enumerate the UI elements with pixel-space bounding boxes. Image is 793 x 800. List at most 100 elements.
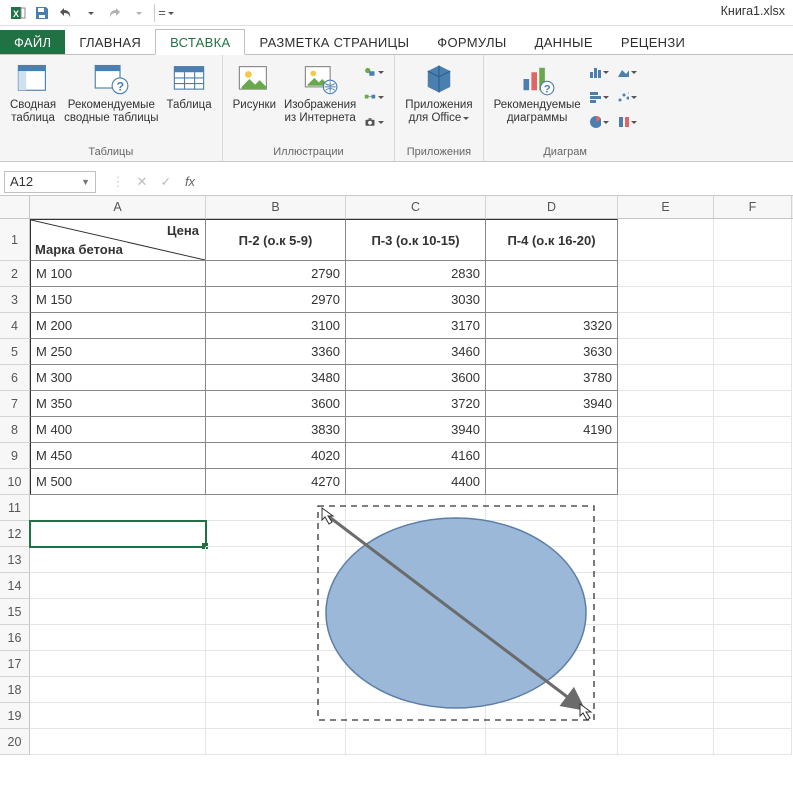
cell-A17[interactable] — [30, 651, 206, 677]
cell-F5[interactable] — [714, 339, 792, 365]
tab-home[interactable]: ГЛАВНАЯ — [65, 30, 155, 54]
shapes-button[interactable] — [363, 61, 385, 83]
cell-E12[interactable] — [618, 521, 714, 547]
cell-D4[interactable]: 3320 — [486, 313, 618, 339]
chart-hbar-button[interactable] — [588, 86, 610, 108]
row-header-3[interactable]: 3 — [0, 287, 30, 313]
cell-F3[interactable] — [714, 287, 792, 313]
cell-D9[interactable] — [486, 443, 618, 469]
recommended-pivot-button[interactable]: ? Рекомендуемые сводные таблицы — [60, 59, 162, 125]
cell-B1[interactable]: П-2 (о.к 5-9) — [206, 219, 346, 261]
cell-F2[interactable] — [714, 261, 792, 287]
cell-B6[interactable]: 3480 — [206, 365, 346, 391]
cancel-button[interactable]: ✕ — [130, 171, 154, 193]
tab-formulas[interactable]: ФОРМУЛЫ — [423, 30, 520, 54]
col-header-A[interactable]: A — [30, 196, 206, 218]
row-header-8[interactable]: 8 — [0, 417, 30, 443]
cell-D8[interactable]: 4190 — [486, 417, 618, 443]
cell-F14[interactable] — [714, 573, 792, 599]
cell-D10[interactable] — [486, 469, 618, 495]
row-header-12[interactable]: 12 — [0, 521, 30, 547]
cell-B5[interactable]: 3360 — [206, 339, 346, 365]
cell-F20[interactable] — [714, 729, 792, 755]
row-header-13[interactable]: 13 — [0, 547, 30, 573]
cell-D6[interactable]: 3780 — [486, 365, 618, 391]
tab-pagelayout[interactable]: РАЗМЕТКА СТРАНИЦЫ — [245, 30, 423, 54]
row-header-20[interactable]: 20 — [0, 729, 30, 755]
row-header-10[interactable]: 10 — [0, 469, 30, 495]
cell-F4[interactable] — [714, 313, 792, 339]
col-header-C[interactable]: C — [346, 196, 486, 218]
tab-file[interactable]: ФАЙЛ — [0, 30, 65, 54]
cell-D7[interactable]: 3940 — [486, 391, 618, 417]
row-header-17[interactable]: 17 — [0, 651, 30, 677]
row-header-2[interactable]: 2 — [0, 261, 30, 287]
cell-A10[interactable]: М 500 — [30, 469, 206, 495]
cell-B10[interactable]: 4270 — [206, 469, 346, 495]
cell-C1[interactable]: П-3 (о.к 10-15) — [346, 219, 486, 261]
cell-E16[interactable] — [618, 625, 714, 651]
cell-B3[interactable]: 2970 — [206, 287, 346, 313]
cell-D20[interactable] — [486, 729, 618, 755]
cell-E8[interactable] — [618, 417, 714, 443]
cell-A4[interactable]: М 200 — [30, 313, 206, 339]
cell-A11[interactable] — [30, 495, 206, 521]
cell-F8[interactable] — [714, 417, 792, 443]
redo-icon[interactable] — [102, 2, 126, 24]
cell-C20[interactable] — [346, 729, 486, 755]
name-box-dropdown-icon[interactable]: ▼ — [81, 177, 90, 187]
undo-icon[interactable] — [54, 2, 78, 24]
cell-A5[interactable]: М 250 — [30, 339, 206, 365]
cell-A14[interactable] — [30, 573, 206, 599]
cell-A18[interactable] — [30, 677, 206, 703]
cell-E3[interactable] — [618, 287, 714, 313]
cell-E4[interactable] — [618, 313, 714, 339]
cell-B9[interactable]: 4020 — [206, 443, 346, 469]
cell-E17[interactable] — [618, 651, 714, 677]
cell-C8[interactable]: 3940 — [346, 417, 486, 443]
cell-F7[interactable] — [714, 391, 792, 417]
cell-B2[interactable]: 2790 — [206, 261, 346, 287]
row-header-6[interactable]: 6 — [0, 365, 30, 391]
qat-customize[interactable]: = — [159, 2, 173, 24]
cell-B20[interactable] — [206, 729, 346, 755]
cell-E1[interactable] — [618, 219, 714, 261]
cell-E15[interactable] — [618, 599, 714, 625]
cell-C10[interactable]: 4400 — [346, 469, 486, 495]
cell-A12[interactable] — [30, 521, 206, 547]
online-pictures-button[interactable]: Изображения из Интернета — [280, 59, 360, 135]
cell-A6[interactable]: М 300 — [30, 365, 206, 391]
row-header-18[interactable]: 18 — [0, 677, 30, 703]
col-header-D[interactable]: D — [486, 196, 618, 218]
cell-A2[interactable]: М 100 — [30, 261, 206, 287]
col-header-E[interactable]: E — [618, 196, 714, 218]
row-header-9[interactable]: 9 — [0, 443, 30, 469]
cell-C6[interactable]: 3600 — [346, 365, 486, 391]
cell-C3[interactable]: 3030 — [346, 287, 486, 313]
cell-E7[interactable] — [618, 391, 714, 417]
chart-other-button[interactable] — [616, 111, 638, 133]
cell-C7[interactable]: 3720 — [346, 391, 486, 417]
col-header-B[interactable]: B — [206, 196, 346, 218]
cell-B4[interactable]: 3100 — [206, 313, 346, 339]
save-icon[interactable] — [30, 2, 54, 24]
screenshot-button[interactable] — [363, 111, 385, 133]
cell-E5[interactable] — [618, 339, 714, 365]
chart-bar-button[interactable] — [588, 61, 610, 83]
cell-A3[interactable]: М 150 — [30, 287, 206, 313]
cell-E10[interactable] — [618, 469, 714, 495]
office-apps-button[interactable]: Приложения для Office — [401, 59, 476, 125]
cell-E9[interactable] — [618, 443, 714, 469]
row-header-14[interactable]: 14 — [0, 573, 30, 599]
row-header-11[interactable]: 11 — [0, 495, 30, 521]
cell-F16[interactable] — [714, 625, 792, 651]
pivot-table-button[interactable]: Сводная таблица — [6, 59, 60, 125]
col-header-F[interactable]: F — [714, 196, 792, 218]
pictures-button[interactable]: Рисунки — [229, 59, 280, 135]
cell-E20[interactable] — [618, 729, 714, 755]
cell-F18[interactable] — [714, 677, 792, 703]
tab-data[interactable]: ДАННЫЕ — [521, 30, 607, 54]
cell-F1[interactable] — [714, 219, 792, 261]
chart-area-button[interactable] — [616, 61, 638, 83]
cell-F6[interactable] — [714, 365, 792, 391]
